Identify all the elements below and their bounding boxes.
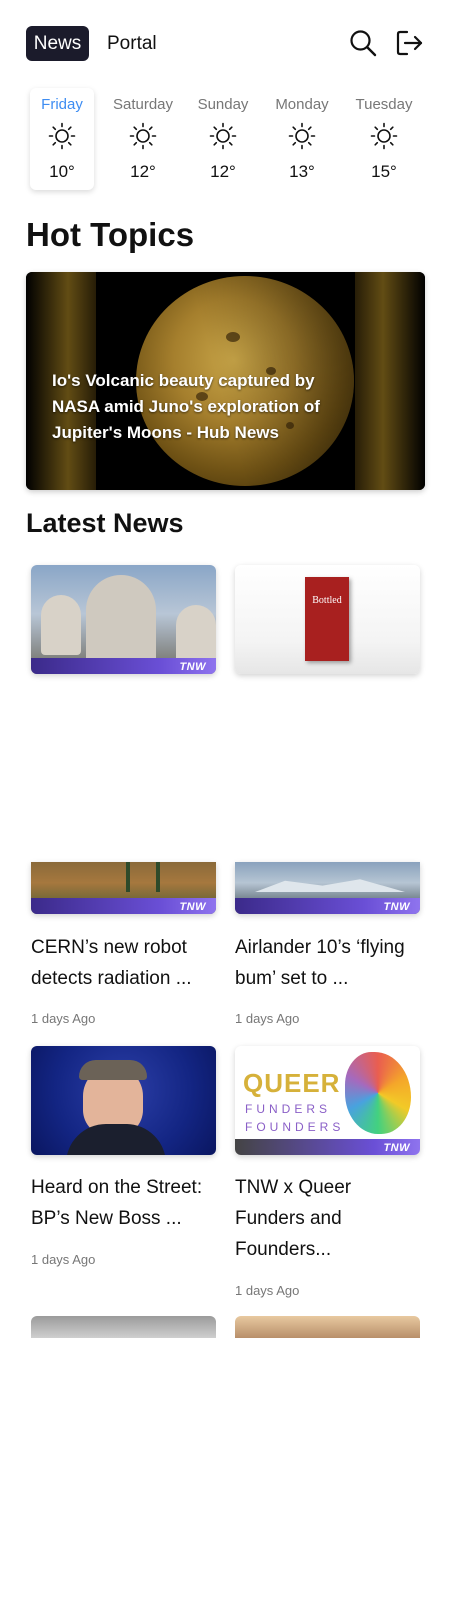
robot-legs (126, 862, 160, 892)
day-temperature: 13° (289, 162, 315, 181)
weather-day-friday[interactable]: Friday 10° (30, 88, 94, 190)
tnw-strip: TNW (31, 898, 216, 914)
weather-day-monday[interactable]: Monday 13° (270, 88, 334, 190)
logo-news[interactable]: News (26, 26, 89, 61)
sun-icon (288, 122, 316, 150)
person-shape (41, 595, 81, 655)
article-title[interactable]: CERN’s new robot detects radiation ... (31, 932, 221, 994)
article-title[interactable]: Airlander 10’s ‘flying bum’ set to ... (235, 932, 425, 994)
logout-icon[interactable] (395, 28, 425, 58)
sun-icon (370, 122, 398, 150)
sun-icon (129, 122, 157, 150)
hot-topics-heading: Hot Topics (26, 216, 195, 253)
day-name: Tuesday (355, 96, 413, 113)
article-title[interactable]: TNW x Queer Funders and Founders... (235, 1172, 425, 1265)
latest-news-heading: Latest News (26, 508, 184, 538)
search-icon[interactable] (348, 28, 378, 58)
hot-topic-image-edge (355, 272, 425, 490)
app-header: News Portal (0, 0, 451, 88)
day-temperature: 10° (49, 162, 75, 181)
weather-forecast: Friday 10° Saturday 12° Sunday 12° Monda… (0, 88, 451, 192)
article-title[interactable]: Heard on the Street: BP’s New Boss ... (31, 1172, 221, 1234)
queer-logo-line1: QUEER (243, 1068, 341, 1098)
news-image-partial[interactable] (235, 1316, 420, 1338)
day-temperature: 15° (371, 162, 397, 181)
day-name: Saturday (112, 96, 174, 113)
news-image-comedians[interactable]: TNW (31, 565, 216, 674)
hot-topic-card[interactable]: Io's Volcanic beauty captured by NASA am… (26, 272, 425, 490)
tnw-strip: TNW (235, 898, 420, 914)
article-time: 1 days Ago (31, 1011, 96, 1026)
news-image-partial[interactable] (31, 1316, 216, 1338)
tnw-logo: TNW (179, 901, 206, 913)
person-shape (176, 605, 216, 665)
tnw-strip: TNW (31, 658, 216, 674)
queer-logo-line2: FUNDERS (245, 1102, 332, 1116)
tnw-logo: TNW (179, 661, 206, 673)
book-title: Bottled (312, 595, 342, 606)
weather-day-sunday[interactable]: Sunday 12° (191, 88, 255, 190)
logo-portal[interactable]: Portal (107, 26, 157, 61)
news-image-airship[interactable]: TNW (235, 862, 420, 914)
tnw-logo: TNW (383, 1142, 410, 1154)
news-image-queer-funders[interactable]: QUEER FUNDERS FOUNDERS TNW (235, 1046, 420, 1155)
article-time: 1 days Ago (235, 1011, 300, 1026)
suit-shape (66, 1124, 166, 1155)
tnw-strip: TNW (235, 1139, 420, 1155)
sun-icon (48, 122, 76, 150)
day-temperature: 12° (130, 162, 156, 181)
sun-icon (209, 122, 237, 150)
book-cover: Bottled (305, 577, 349, 661)
news-image-book[interactable]: Bottled (235, 565, 420, 674)
weather-day-saturday[interactable]: Saturday 12° (111, 88, 175, 190)
hair-shape (79, 1060, 147, 1080)
day-name: Monday (275, 96, 329, 113)
queer-logo-line3: FOUNDERS (245, 1120, 345, 1134)
brain-graphic (345, 1052, 411, 1134)
article-time: 1 days Ago (235, 1283, 300, 1298)
day-name: Sunday (197, 96, 249, 113)
tnw-logo: TNW (383, 901, 410, 913)
news-image-bp[interactable] (31, 1046, 216, 1155)
landscape-shape (255, 879, 405, 892)
hot-topic-caption: Io's Volcanic beauty captured by NASA am… (52, 371, 320, 442)
day-name: Friday (41, 96, 83, 113)
weather-day-tuesday[interactable]: Tuesday 15° (352, 88, 416, 190)
day-temperature: 12° (210, 162, 236, 181)
article-time: 1 days Ago (31, 1252, 96, 1267)
news-image-robot[interactable]: TNW (31, 862, 216, 914)
